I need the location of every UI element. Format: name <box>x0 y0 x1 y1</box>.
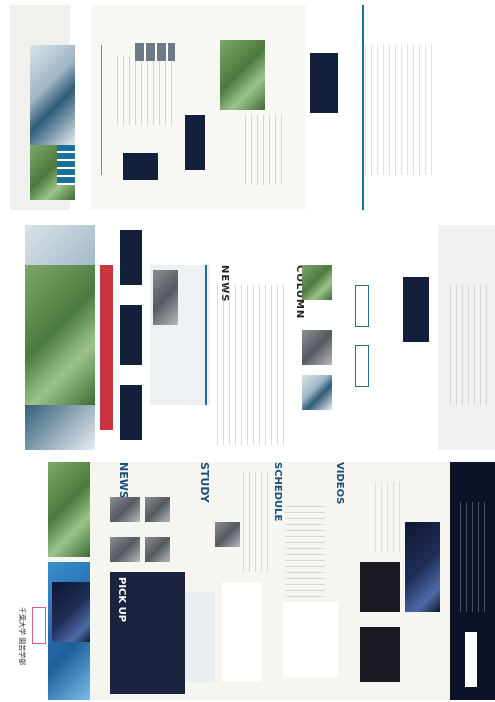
event-underline <box>205 265 207 405</box>
hero-image-night <box>52 582 90 642</box>
page-strip-middle: NEWS COLUMN <box>5 225 495 450</box>
column-photo <box>302 330 332 365</box>
text-block <box>117 55 177 125</box>
event-photo <box>153 270 178 325</box>
study-thumb <box>215 522 240 547</box>
study-text <box>243 472 273 572</box>
video-thumb[interactable] <box>360 562 400 612</box>
screenshot-collage: NEWS COLUMN 千葉大学 園芸学部 NEWS PICK UP STUDY <box>0 0 495 702</box>
video-captions <box>375 482 405 552</box>
news-text <box>217 285 287 445</box>
column-photo <box>302 265 332 300</box>
news-thumb <box>145 537 170 562</box>
footer-link-box[interactable] <box>465 632 477 687</box>
pink-rule <box>101 45 102 175</box>
notice-card <box>120 230 142 285</box>
news-thumb <box>145 497 170 522</box>
notice-box <box>32 607 46 644</box>
page-strip-left: 千葉大学 園芸学部 NEWS PICK UP STUDY SCHEDULE VI… <box>15 462 495 700</box>
green-photo <box>220 40 265 110</box>
notice-card <box>120 305 142 365</box>
dark-card-2 <box>123 153 158 180</box>
photo-thumbs <box>135 43 175 61</box>
dark-card <box>185 115 205 170</box>
button-outline[interactable] <box>355 345 369 387</box>
news-thumb <box>110 537 140 562</box>
column-photo <box>302 375 332 410</box>
footer-text <box>450 285 490 405</box>
page-strip-right <box>5 5 495 210</box>
dark-card <box>403 277 429 342</box>
news-heading: NEWS <box>117 462 130 499</box>
schedule-heading: SCHEDULE <box>272 462 283 522</box>
site-title: 千葉大学 園芸学部 <box>18 607 26 666</box>
dark-card-3 <box>310 53 338 113</box>
footer-links <box>460 502 485 612</box>
videos-heading: VIDEOS <box>334 462 345 505</box>
hero-photo-green <box>25 265 95 405</box>
schedule-list <box>285 502 325 597</box>
news-thumb <box>110 497 140 522</box>
schedule-card <box>283 602 338 677</box>
hero-menu-tiles <box>57 145 75 185</box>
pickup-heading: PICK UP <box>116 577 127 623</box>
study-heading: STUDY <box>198 462 211 503</box>
text-block <box>365 45 435 175</box>
video-banner[interactable] <box>405 522 440 612</box>
pickup-card[interactable] <box>222 582 262 682</box>
footer-divider <box>362 5 364 210</box>
hero-photo <box>30 45 75 145</box>
red-banner <box>100 265 113 430</box>
notice-card <box>120 385 142 440</box>
video-thumb[interactable] <box>360 627 400 682</box>
button-outline[interactable] <box>355 285 369 327</box>
text-block <box>245 115 285 185</box>
hero-image <box>48 462 90 557</box>
pickup-card[interactable] <box>185 592 215 682</box>
